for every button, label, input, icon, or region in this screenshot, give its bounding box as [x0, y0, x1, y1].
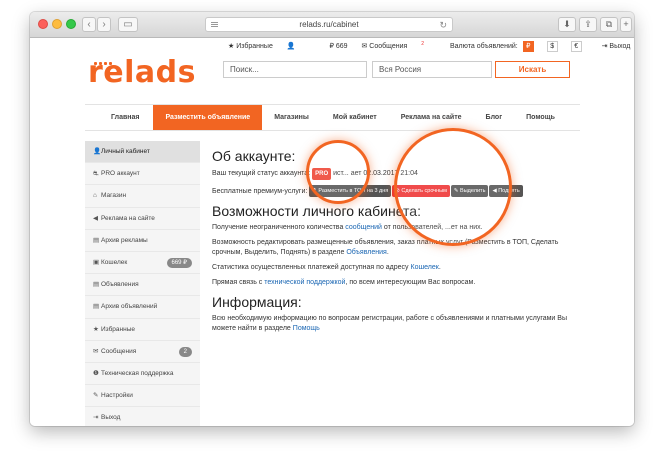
balance-link[interactable]: ₽ 669 [329, 43, 347, 50]
sidebar: 👤Личный кабинет ⛐ PRO аккаунт ⌂ Магазин ◀ Р… [85, 141, 200, 426]
help-link[interactable]: Помощь [293, 325, 320, 332]
shop-icon: ⌂ [93, 192, 97, 200]
nav-cabinet[interactable]: Мой кабинет [321, 105, 389, 130]
close-window-button[interactable] [38, 19, 48, 29]
sidebar-item-wallet[interactable]: ▣ Кошелек 669 ₽ [85, 252, 200, 275]
maximize-window-button[interactable] [66, 19, 76, 29]
page-content: relads ★ Избранные 👤 ₽ 669 ✉ Сообщения 2… [30, 38, 634, 426]
sidebar-item-listings[interactable]: ▤ Объявления [85, 274, 200, 297]
search-input[interactable]: Поиск... [223, 61, 367, 78]
megaphone-icon: ◀ [93, 214, 98, 222]
feature-wallet: Статистика осуществленных платежей досту… [212, 264, 441, 271]
wallet-link[interactable]: Кошелек [411, 264, 439, 271]
sidebar-item-favorites[interactable]: ★ Избранные [85, 319, 200, 341]
site-logo[interactable]: relads [88, 55, 196, 90]
listings-link[interactable]: Объявления [346, 249, 387, 256]
currency-rub[interactable]: ₽ [522, 41, 534, 52]
logout-link[interactable]: ⇥ Выход [602, 43, 631, 50]
feature-support: Прямая связь с технической поддержкой, п… [212, 279, 476, 286]
favorites-link[interactable]: ★ Избранные [228, 43, 273, 50]
sidebar-item-support[interactable]: ❶ Техническая поддержка [85, 363, 200, 386]
highlight-circle-pro [306, 140, 370, 204]
about-title: Об аккаунте: [212, 148, 296, 164]
sidebar-item-ad-archive[interactable]: ▤ Архив рекламы [85, 230, 200, 252]
top-user-bar: ★ Избранные 👤 ₽ 669 ✉ Сообщения 2 Валюта… [228, 41, 634, 52]
search-button[interactable]: Искать [495, 61, 570, 78]
tabs-icon[interactable]: ⧉ [600, 17, 618, 32]
sidebar-item-logout[interactable]: ⇥ Выход [85, 407, 200, 426]
highlight-circle-urgent [394, 128, 512, 246]
share-icon[interactable]: ⇪ [579, 17, 597, 32]
sidebar-toggle-icon[interactable]: ▭ [118, 17, 138, 32]
nav-advertising[interactable]: Реклама на сайте [389, 105, 474, 130]
forward-button[interactable]: › [97, 17, 111, 32]
feature-messages: Получение неограниченного количества соо… [212, 224, 483, 231]
nav-post-ad[interactable]: Разместить объявление [153, 105, 263, 130]
currency-usd[interactable]: $ [546, 41, 558, 52]
new-tab-icon[interactable]: + [620, 17, 632, 32]
logout-icon: ⇥ [93, 414, 99, 422]
browser-window: ‹ › ▭ relads.ru/cabinet ↻ ⬇ ⇪ ⧉ + relads… [30, 12, 634, 426]
address-url: relads.ru/cabinet [299, 20, 359, 29]
support-link[interactable]: технической поддержкой [264, 279, 345, 286]
reload-icon[interactable]: ↻ [439, 18, 447, 32]
messages-link[interactable]: сообщений [345, 224, 382, 231]
list-icon: ▤ [93, 281, 100, 289]
wallet-badge: 669 ₽ [166, 257, 192, 268]
messages-link[interactable]: ✉ Сообщения 2 [362, 41, 437, 50]
sidebar-item-listing-archive[interactable]: ▤ Архив объявлений [85, 296, 200, 319]
info-title: Информация: [212, 294, 302, 310]
reader-icon [211, 22, 218, 28]
archive-icon: ▤ [93, 303, 100, 311]
back-button[interactable]: ‹ [82, 17, 96, 32]
sidebar-item-messages[interactable]: ✉ Сообщения 2 [85, 341, 200, 363]
user-icon[interactable]: 👤 [287, 43, 296, 50]
sidebar-item-shop[interactable]: ⌂ Магазин [85, 185, 200, 208]
address-bar[interactable]: relads.ru/cabinet ↻ [205, 17, 453, 32]
minimize-window-button[interactable] [52, 19, 62, 29]
main-nav: Главная Разместить объявление Магазины М… [85, 104, 580, 131]
feature-listings: Возможность редактировать размещенные об… [212, 239, 559, 256]
title-bar: ‹ › ▭ relads.ru/cabinet ↻ ⬇ ⇪ ⧉ + [30, 12, 634, 38]
archive-icon: ▤ [93, 236, 100, 244]
sidebar-item-pro[interactable]: ⛐ PRO аккаунт [85, 163, 200, 186]
nav-blog[interactable]: Блог [474, 105, 515, 130]
nav-shops[interactable]: Магазины [262, 105, 321, 130]
star-icon: ★ [93, 325, 99, 333]
info-text: Всю необходимую информацию по вопросам р… [212, 315, 567, 332]
envelope-icon: ✉ [93, 347, 99, 355]
messages-badge: 2 [178, 346, 192, 357]
nav-help[interactable]: Помощь [514, 105, 567, 130]
nav-home[interactable]: Главная [85, 105, 153, 130]
sidebar-item-advertising[interactable]: ◀ Реклама на сайте [85, 208, 200, 230]
wrench-icon: ✎ [93, 392, 99, 400]
currency-eur[interactable]: € [570, 41, 582, 52]
support-icon: ❶ [93, 369, 99, 377]
messages-count: 2 [421, 41, 425, 47]
sidebar-item-cabinet[interactable]: 👤Личный кабинет [85, 141, 200, 164]
currency-label: Валюта объявлений: [450, 43, 518, 51]
pro-icon: ⛐ [93, 170, 99, 178]
wallet-icon: ▣ [93, 258, 100, 266]
region-select[interactable]: Вся Россия [372, 61, 492, 78]
user-icon: 👤 [93, 148, 102, 155]
download-icon[interactable]: ⬇ [558, 17, 576, 32]
sidebar-item-settings[interactable]: ✎ Настройки [85, 385, 200, 408]
